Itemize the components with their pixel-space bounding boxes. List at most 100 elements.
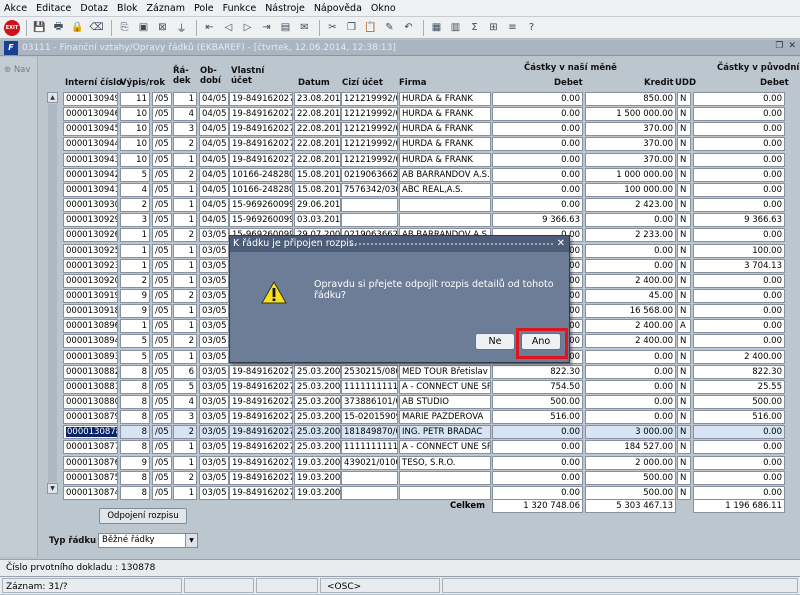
cell-id[interactable]: 0000130920: [63, 273, 118, 288]
cell-udd[interactable]: N: [677, 349, 691, 364]
cell-kredit[interactable]: 2 423.00: [585, 198, 676, 213]
cell-debet2[interactable]: 0.00: [693, 273, 785, 288]
cell-vypis[interactable]: 1: [120, 319, 150, 334]
cell-datum[interactable]: 25.03.2009: [294, 395, 341, 409]
cell-vypis[interactable]: 5: [120, 349, 150, 364]
cell-debet[interactable]: 0.00: [492, 152, 583, 167]
cell-debet2[interactable]: 0.00: [693, 137, 785, 152]
menu-item[interactable]: Nápověda: [314, 3, 362, 14]
cell-rok[interactable]: /05: [152, 334, 172, 349]
cut-icon[interactable]: ✂: [324, 19, 341, 36]
cell-kredit[interactable]: 184 527.00: [585, 440, 676, 455]
cell-firma[interactable]: [399, 198, 491, 213]
cell-udd[interactable]: N: [677, 182, 691, 197]
lock-icon[interactable]: 🔒: [69, 19, 86, 36]
cell-obdobi[interactable]: 04/05: [199, 107, 229, 122]
cell-debet2[interactable]: 0.00: [693, 152, 785, 167]
cell-datum[interactable]: 25.03.2009: [294, 379, 341, 394]
cell-kredit[interactable]: 45.00: [585, 288, 676, 303]
cell-id[interactable]: 0000130893: [63, 349, 118, 364]
cell-udd[interactable]: N: [677, 167, 691, 182]
dialog-close-icon[interactable]: ✕: [557, 236, 565, 252]
cell-radek[interactable]: 6: [173, 364, 197, 379]
cell-radek[interactable]: 1: [173, 213, 197, 228]
cell-debet[interactable]: 0.00: [492, 182, 583, 197]
cell-kredit[interactable]: 1 000 000.00: [585, 167, 676, 182]
cell-debet[interactable]: 822.30: [492, 364, 583, 379]
cell-rok[interactable]: /05: [152, 107, 172, 122]
cell-id[interactable]: 0000130925: [63, 243, 118, 258]
cell-id[interactable]: 0000130896: [63, 319, 118, 334]
cell-obdobi[interactable]: 03/05: [199, 440, 229, 455]
cell-rok[interactable]: /05: [152, 440, 172, 455]
cell-udd[interactable]: N: [677, 395, 691, 409]
cell-radek[interactable]: 1: [173, 304, 197, 319]
cell-radek[interactable]: 1: [173, 152, 197, 167]
cell-udd[interactable]: N: [677, 122, 691, 137]
cell-vlastni[interactable]: 10166-2482809: [229, 182, 293, 197]
cell-rok[interactable]: /05: [152, 288, 172, 303]
cell-rok[interactable]: /05: [152, 213, 172, 228]
cell-kredit[interactable]: 2 233.00: [585, 228, 676, 243]
cell-obdobi[interactable]: 03/05: [199, 258, 229, 273]
cell-datum[interactable]: 25.03.2009: [294, 425, 341, 440]
cell-vlastni[interactable]: 19-8491620277: [229, 425, 293, 440]
cell-radek[interactable]: 3: [173, 122, 197, 137]
cell-radek[interactable]: 5: [173, 379, 197, 394]
cell-vypis[interactable]: 8: [120, 425, 150, 440]
cell-firma[interactable]: HURDA & FRANK: [399, 152, 491, 167]
cell-vypis[interactable]: 10: [120, 152, 150, 167]
odpojeni-rozpisu-button[interactable]: Odpojení rozpisu: [99, 508, 187, 524]
cell-obdobi[interactable]: 03/05: [199, 455, 229, 470]
cell-debet2[interactable]: 2 400.00: [693, 349, 785, 364]
cell-debet2[interactable]: 0.00: [693, 288, 785, 303]
scroll-up-icon[interactable]: ▲: [47, 92, 58, 103]
cell-vlastni[interactable]: 15-9692600994: [229, 213, 293, 228]
cell-obdobi[interactable]: 04/05: [199, 122, 229, 137]
restore-icon[interactable]: ❐: [775, 41, 783, 51]
cell-kredit[interactable]: 2 000.00: [585, 455, 676, 470]
cell-debet[interactable]: 0.00: [492, 167, 583, 182]
cell-vypis[interactable]: 2: [120, 273, 150, 288]
print-icon[interactable]: 🖶: [50, 19, 67, 36]
cell-kredit[interactable]: 100 000.00: [585, 182, 676, 197]
cell-obdobi[interactable]: 03/05: [199, 410, 229, 425]
cell-vlastni[interactable]: 19-8491620277: [229, 92, 293, 106]
cell-id[interactable]: 0000130878: [63, 425, 118, 440]
cell-radek[interactable]: 3: [173, 410, 197, 425]
cell-vypis[interactable]: 1: [120, 258, 150, 273]
cell-datum[interactable]: 22.08.2012: [294, 122, 341, 137]
menu-item[interactable]: Nástroje: [265, 3, 305, 14]
cell-id[interactable]: 0000130875: [63, 470, 118, 485]
cell-id[interactable]: 0000130923: [63, 258, 118, 273]
nav-label[interactable]: ⊛ Nav: [4, 65, 37, 75]
cell-vlastni[interactable]: 19-8491620277: [229, 122, 293, 137]
cell-kredit[interactable]: 3 000.00: [585, 425, 676, 440]
cell-vypis[interactable]: 3: [120, 213, 150, 228]
cell-rok[interactable]: /05: [152, 182, 172, 197]
cell-debet[interactable]: 0.00: [492, 137, 583, 152]
cell-datum[interactable]: 25.03.2009: [294, 440, 341, 455]
cell-vlastni[interactable]: 19-8491620277: [229, 410, 293, 425]
insert-record-icon[interactable]: ▣: [135, 19, 152, 36]
cell-firma[interactable]: HURDA & FRANK: [399, 122, 491, 137]
cell-id[interactable]: 0000130929: [63, 213, 118, 228]
cell-cizi[interactable]: [341, 198, 398, 213]
cell-obdobi[interactable]: 03/05: [199, 470, 229, 485]
cell-vypis[interactable]: 5: [120, 334, 150, 349]
cell-firma[interactable]: ING. PETR BRADAC: [399, 425, 491, 440]
cell-udd[interactable]: N: [677, 92, 691, 106]
cell-cizi[interactable]: 439021/0100: [341, 455, 398, 470]
cell-debet2[interactable]: 0.00: [693, 228, 785, 243]
cell-vlastni[interactable]: 19-8491620277: [229, 137, 293, 152]
cell-obdobi[interactable]: 03/05: [199, 334, 229, 349]
cell-vlastni[interactable]: 19-8491620277: [229, 107, 293, 122]
cell-kredit[interactable]: 0.00: [585, 258, 676, 273]
cell-id[interactable]: 0000130882: [63, 364, 118, 379]
cell-rok[interactable]: /05: [152, 258, 172, 273]
cell-firma[interactable]: [399, 213, 491, 228]
cell-kredit[interactable]: 0.00: [585, 410, 676, 425]
cell-cizi[interactable]: 7576342/0300: [341, 182, 398, 197]
cell-cizi[interactable]: 0219063662/0: [341, 167, 398, 182]
cell-vypis[interactable]: 8: [120, 364, 150, 379]
